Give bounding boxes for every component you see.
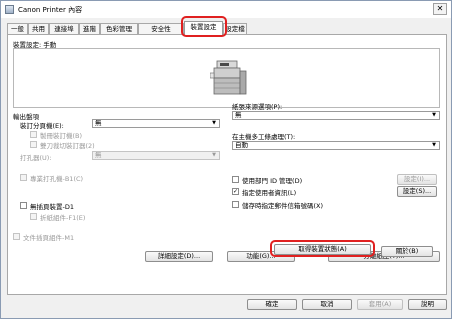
workflow-select[interactable]: 自動 ▼ bbox=[232, 141, 440, 150]
tab-device-settings[interactable]: 裝置設定 bbox=[184, 21, 223, 36]
paper-source-select[interactable]: 無 ▼ bbox=[232, 111, 440, 120]
apply-button[interactable]: 套用(A) bbox=[357, 299, 403, 310]
confirm-before-store-checkbox[interactable] bbox=[232, 201, 239, 208]
printer-app-icon bbox=[5, 5, 14, 14]
punch-select[interactable]: 無 ▼ bbox=[92, 151, 220, 160]
stapler-label: 裝訂分頁機(E): bbox=[20, 122, 64, 130]
document-insertion-label: 文件插頁組件-M1 bbox=[23, 234, 75, 242]
printer-icon bbox=[209, 57, 248, 97]
window-title: Canon Printer 內容 bbox=[18, 6, 83, 14]
close-icon: ✕ bbox=[436, 4, 444, 13]
workflow-select-value: 自動 bbox=[235, 141, 248, 149]
inserter-checkbox[interactable] bbox=[20, 202, 27, 209]
user-info-settings-button[interactable]: 設定(S)... bbox=[397, 186, 437, 197]
booklet-trimmer-label: 雙刀裁切裝訂器(2) bbox=[40, 142, 95, 150]
punch-select-value: 無 bbox=[95, 151, 102, 159]
specify-user-info-checkbox[interactable]: ✓ bbox=[232, 188, 239, 195]
confirm-before-store-label: 儲存時指定郵件信箱號碼(X) bbox=[242, 202, 324, 210]
paper-source-select-value: 無 bbox=[235, 111, 242, 119]
cancel-button[interactable]: 取消 bbox=[302, 299, 352, 310]
chevron-down-icon: ▼ bbox=[212, 120, 216, 126]
close-button[interactable]: ✕ bbox=[433, 3, 447, 15]
pro-puncher-label: 專業打孔機-B1(C) bbox=[30, 175, 84, 183]
title-bar: Canon Printer 內容 ✕ bbox=[1, 1, 451, 18]
saddle-stitch-label: 製冊裝訂機(B) bbox=[40, 132, 83, 140]
folding-unit-checkbox[interactable] bbox=[30, 213, 37, 220]
get-device-status-button[interactable]: 取得裝置狀態(A) bbox=[274, 244, 371, 255]
chevron-down-icon: ▼ bbox=[432, 142, 436, 148]
printer-preview bbox=[13, 48, 440, 108]
workflow-label: 在主機多工條處理(T): bbox=[232, 133, 296, 141]
saddle-stitch-checkbox[interactable] bbox=[30, 131, 37, 138]
chevron-down-icon: ▼ bbox=[212, 152, 216, 158]
stapler-select[interactable]: 無 ▼ bbox=[92, 119, 220, 128]
tab-strip: 一般 共用 連接埠 進階 色彩管理 安全性 裝置設定 設定檔 bbox=[7, 21, 449, 36]
use-dept-id-checkbox[interactable] bbox=[232, 176, 239, 183]
about-button[interactable]: 關於(B) bbox=[381, 246, 433, 257]
dept-id-settings-button[interactable]: 設定(I)... bbox=[397, 174, 437, 185]
specify-user-info-label: 指定使用者資訊(L) bbox=[242, 189, 297, 197]
help-button[interactable]: 說明 bbox=[408, 299, 447, 310]
printer-properties-window: Canon Printer 內容 ✕ 一般 共用 連接埠 進階 色彩管理 安全性… bbox=[0, 0, 452, 319]
chevron-down-icon: ▼ bbox=[432, 112, 436, 118]
use-dept-id-label: 使用部門 ID 管理(D) bbox=[242, 177, 303, 185]
folding-unit-label: 折紙組件-F1(E) bbox=[40, 214, 86, 222]
details-button[interactable]: 詳細設定(D)... bbox=[145, 251, 213, 262]
paper-source-label: 紙張來源選項(P): bbox=[232, 103, 283, 111]
booklet-trimmer-checkbox[interactable] bbox=[30, 141, 37, 148]
document-insertion-checkbox[interactable] bbox=[13, 233, 20, 240]
inserter-label: 無插頁裝置-D1 bbox=[30, 203, 74, 211]
punch-label: 打孔器(U): bbox=[20, 154, 52, 162]
ok-button[interactable]: 確定 bbox=[247, 299, 297, 310]
stapler-select-value: 無 bbox=[95, 119, 102, 127]
pro-puncher-checkbox[interactable] bbox=[20, 174, 27, 181]
